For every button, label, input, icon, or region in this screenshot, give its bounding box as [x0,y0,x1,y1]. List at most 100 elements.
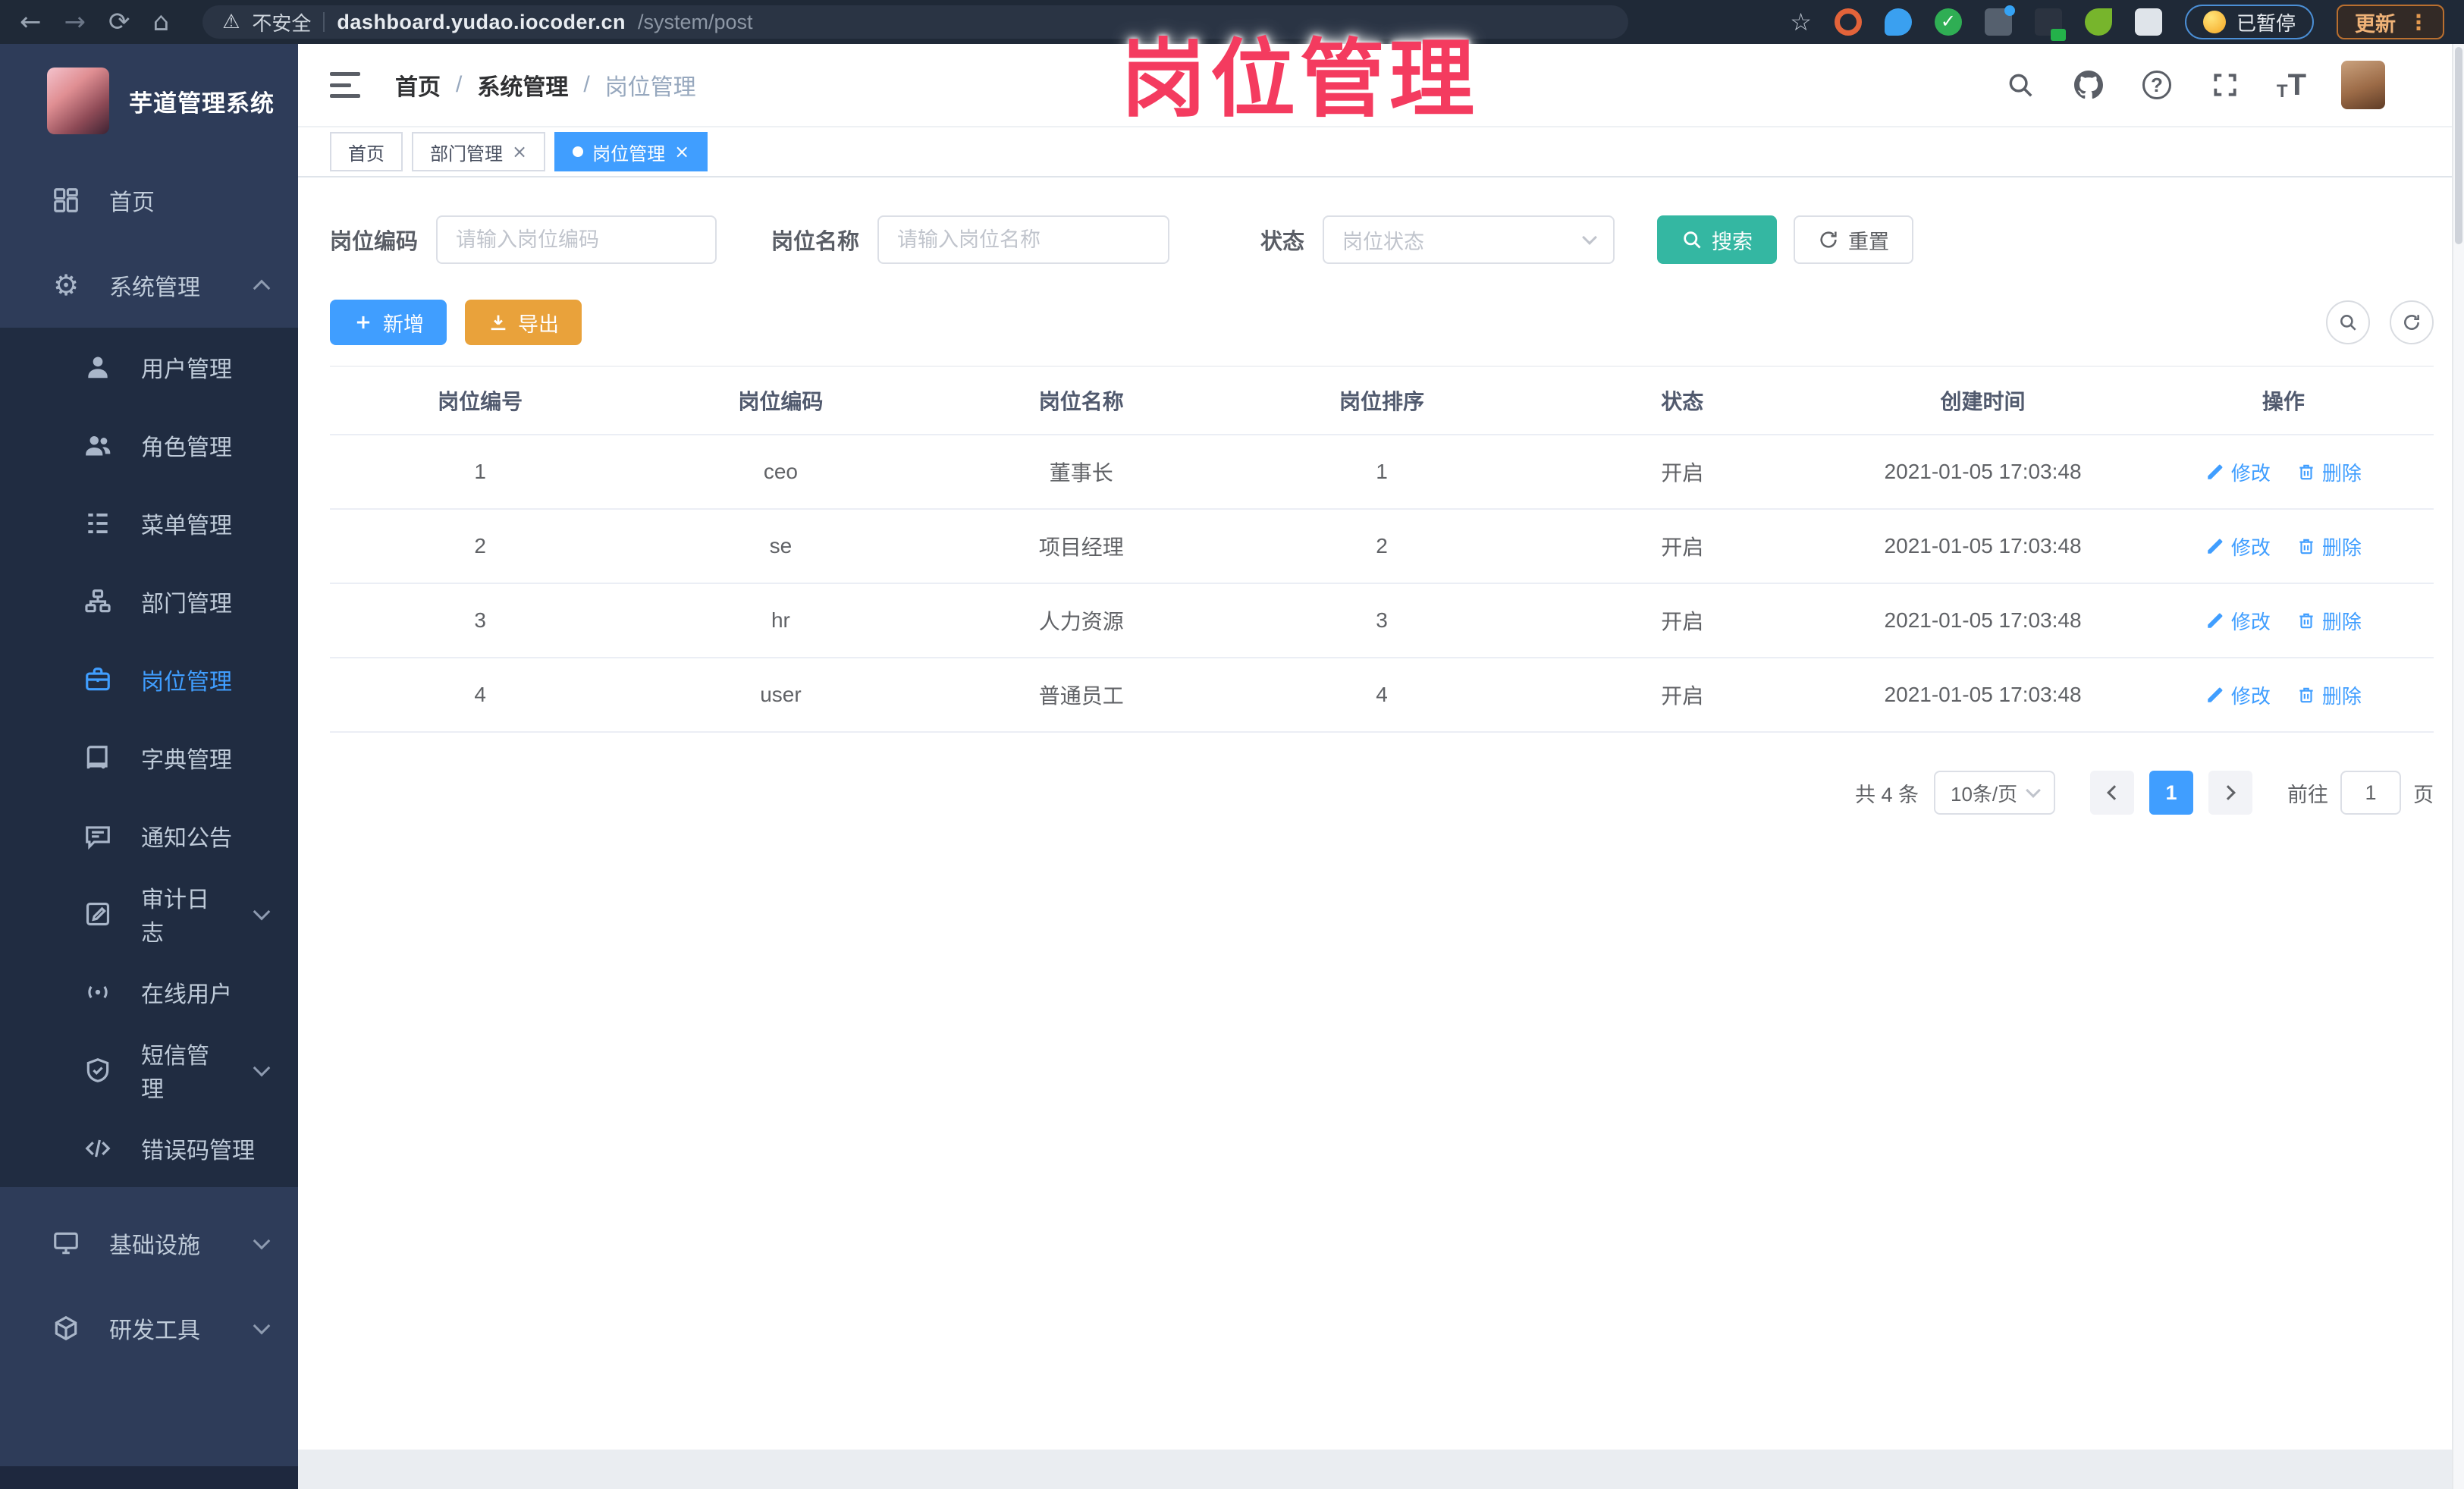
sidebar-item-notice-announcement[interactable]: 通知公告 [0,796,298,875]
delete-link[interactable]: 删除 [2296,532,2362,561]
sidebar-item-dept-management[interactable]: 部门管理 [0,562,298,640]
tab-dept-management[interactable]: 部门管理 × [412,132,546,171]
search-button[interactable]: 搜索 [1657,215,1778,264]
breadcrumb-system[interactable]: 系统管理 [477,68,568,102]
chevron-left-icon [2107,785,2122,800]
toggle-search-button[interactable] [2326,300,2370,344]
post-code-input[interactable] [436,215,717,264]
users-icon [82,429,114,461]
forward-icon[interactable]: → [64,9,86,35]
refresh-icon [2404,315,2419,330]
extension-icon-ring[interactable] [1834,8,1862,36]
active-tab-dot [573,146,584,157]
scrollbar-thumb[interactable] [2455,47,2462,244]
status-select[interactable]: 岗位状态 [1323,215,1615,264]
delete-link[interactable]: 删除 [2296,458,2362,486]
delete-link[interactable]: 删除 [2296,681,2362,709]
reload-icon[interactable]: ⟳ [108,9,130,35]
chevron-down-icon [2026,783,2041,798]
extensions-puzzle-icon[interactable] [2134,8,2162,36]
cell-create-time: 2021-01-05 17:03:48 [1884,608,2082,632]
edit-icon [2208,687,2223,702]
sidebar-item-sms-management[interactable]: 短信管理 [0,1031,298,1109]
url-path[interactable]: /system/post [638,11,753,34]
extension-icon-check[interactable]: ✓ [1934,8,1962,36]
status-label: 状态 [1260,230,1305,254]
edit-link[interactable]: 修改 [2205,532,2271,561]
hamburger-icon[interactable] [330,72,360,98]
chevron-down-icon [253,1317,271,1335]
extension-icon-grid[interactable] [1984,5,2015,36]
extension-icon-sprout[interactable] [2084,8,2112,36]
edit-link[interactable]: 修改 [2205,681,2271,709]
post-name-input[interactable] [877,215,1170,264]
edit-icon [2208,613,2223,628]
home-icon[interactable]: ⌂ [153,9,170,35]
user-avatar[interactable] [2341,61,2385,109]
profile-paused-pill[interactable]: 已暂停 [2184,5,2314,39]
breadcrumb-home[interactable]: 首页 [395,68,441,102]
sidebar-item-error-code-management[interactable]: 错误码管理 [0,1109,298,1187]
sidebar-item-user-management[interactable]: 用户管理 [0,328,298,406]
bookmark-star-icon[interactable]: ☆ [1790,8,1812,36]
cell-status: 开启 [1661,610,1704,633]
close-icon[interactable]: × [674,141,689,162]
page-scrollbar[interactable] [2452,44,2464,1489]
trash-icon [2299,687,2313,703]
browser-update-button[interactable]: 更新 ⋮ [2337,5,2444,39]
edit-link[interactable]: 修改 [2205,458,2271,486]
cell-create-time: 2021-01-05 17:03:48 [1884,683,2082,706]
extension-icon-badge[interactable] [2034,8,2066,41]
prev-page-button[interactable] [2090,771,2134,815]
cell-create-time: 2021-01-05 17:03:48 [1884,534,2082,558]
sidebar: 芋道管理系统 首页 ⚙ 系统管理 用户管理 角色管理 菜单管理 部门管理 岗位管… [0,44,298,1489]
trash-icon [2299,613,2313,629]
cell-post-sort: 2 [1376,534,1388,558]
sidebar-item-menu-management[interactable]: 菜单管理 [0,484,298,562]
app-logo-row[interactable]: 芋道管理系统 [0,44,298,158]
user-icon [82,351,114,383]
tab-post-management[interactable]: 岗位管理 × [554,132,708,171]
extension-icon-drop[interactable] [1884,8,1912,36]
sidebar-item-audit-log[interactable]: 审计日志 [0,875,298,953]
help-icon[interactable]: ? [2140,68,2174,102]
sidebar-item-infrastructure[interactable]: 基础设施 [0,1201,298,1286]
sidebar-item-role-management[interactable]: 角色管理 [0,406,298,484]
col-header: 状态 [1661,390,1704,413]
edit-link[interactable]: 修改 [2205,607,2271,635]
plus-icon [356,316,370,329]
sidebar-item-system-management[interactable]: ⚙ 系统管理 [0,243,298,328]
github-icon[interactable] [2072,68,2105,102]
cell-post-code: se [769,534,793,558]
page-size-select[interactable]: 10条/页 [1934,771,2055,815]
sidebar-item-dev-tools[interactable]: 研发工具 [0,1286,298,1371]
delete-link[interactable]: 删除 [2296,607,2362,635]
sidebar-item-label: 通知公告 [141,825,232,851]
back-icon[interactable]: ← [20,9,42,35]
export-button[interactable]: 导出 [465,300,582,345]
goto-page-input[interactable] [2340,771,2401,815]
sidebar-item-post-management[interactable]: 岗位管理 [0,640,298,718]
refresh-table-button[interactable] [2390,300,2434,344]
tab-label: 岗位管理 [592,143,666,165]
browser-menu-icon[interactable]: ⋮ [2408,10,2429,35]
sidebar-item-online-users[interactable]: 在线用户 [0,953,298,1031]
next-page-button[interactable] [2208,771,2252,815]
search-icon[interactable] [2004,68,2037,102]
fullscreen-icon[interactable] [2208,68,2242,102]
table-row: 4 user 普通员工 4 开启 2021-01-05 17:03:48 修改 [330,658,2434,733]
page-number-active[interactable]: 1 [2149,771,2193,815]
sidebar-item-home[interactable]: 首页 [0,158,298,243]
sidebar-item-dict-management[interactable]: 字典管理 [0,718,298,796]
reset-button[interactable]: 重置 [1794,215,1914,264]
table-row: 3 hr 人力资源 3 开启 2021-01-05 17:03:48 修改 删除 [330,584,2434,658]
font-size-icon[interactable]: TT [2277,68,2306,102]
tab-home[interactable]: 首页 [330,132,403,171]
not-secure-label[interactable]: 不安全 [252,8,311,36]
log-edit-icon [82,898,114,930]
add-button[interactable]: 新增 [330,300,447,345]
sidebar-item-label: 研发工具 [109,1318,200,1343]
close-icon[interactable]: × [512,141,527,162]
url-host[interactable]: dashboard.yudao.iocoder.cn [337,11,626,34]
app-window: 芋道管理系统 首页 ⚙ 系统管理 用户管理 角色管理 菜单管理 部门管理 岗位管… [0,44,2464,1489]
